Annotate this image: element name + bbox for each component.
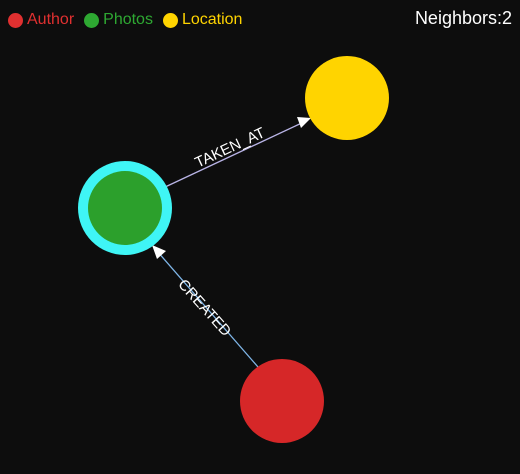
node-author[interactable] [240, 359, 324, 443]
legend-item-photos[interactable]: Photos [84, 10, 153, 30]
legend-label-photos: Photos [103, 11, 153, 28]
arrowhead-taken-at [297, 117, 311, 128]
arrowhead-created [152, 245, 166, 259]
legend-dot-photos [84, 12, 100, 28]
node-photos[interactable] [88, 171, 162, 245]
legend: Author Photos Location [8, 10, 252, 30]
legend-dot-location [162, 12, 178, 28]
edge-label-taken-at: TAKEN_AT [192, 124, 267, 171]
graph-canvas[interactable]: TAKEN_AT CREATED [0, 0, 520, 474]
graph-view[interactable]: TAKEN_AT CREATED Author Photos Location … [0, 0, 520, 474]
legend-item-author[interactable]: Author [8, 10, 74, 30]
legend-label-author: Author [27, 11, 75, 28]
neighbors-count: Neighbors:2 [414, 8, 512, 28]
node-location[interactable] [305, 56, 389, 140]
legend-dot-author [8, 12, 23, 28]
edge-label-created: CREATED [174, 276, 234, 340]
legend-item-location[interactable]: Location [162, 10, 243, 30]
legend-label-location: Location [181, 11, 243, 28]
